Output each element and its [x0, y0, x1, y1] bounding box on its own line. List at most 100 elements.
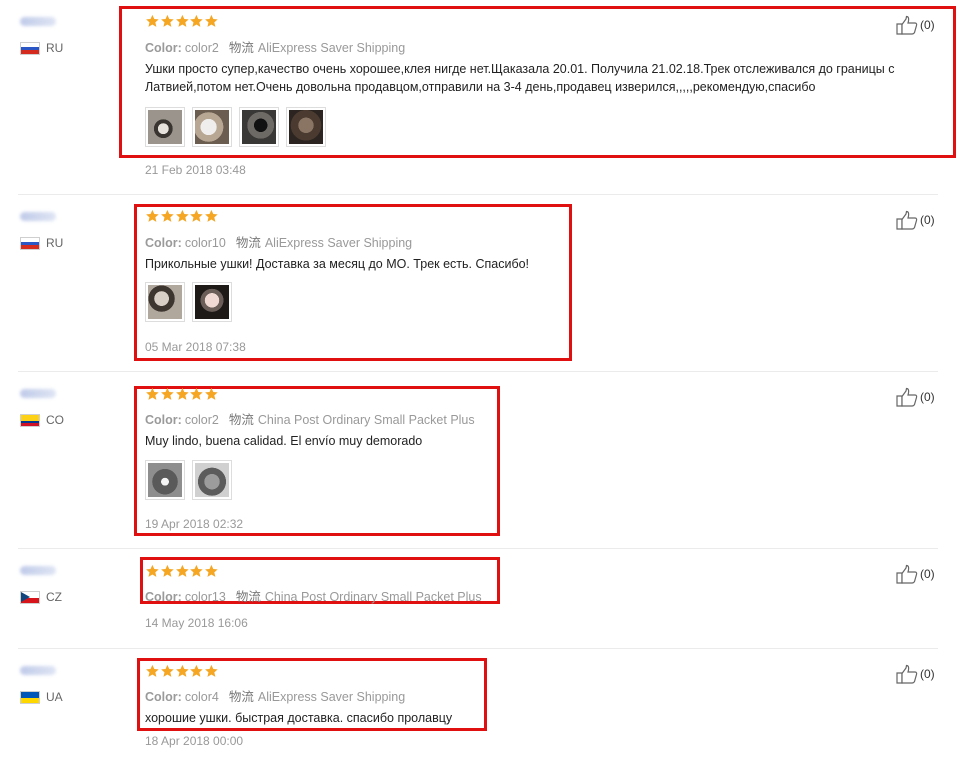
review-meta: Color: color2 物流 AliExpress Saver Shipping [145, 37, 405, 56]
review-photos [145, 460, 232, 500]
like-button[interactable]: (0) [896, 664, 935, 684]
review-date: 14 May 2018 16:06 [145, 616, 248, 630]
star-icon [205, 664, 218, 677]
like-button[interactable]: (0) [896, 15, 935, 35]
review-photos [145, 107, 326, 147]
shipping-icon: 物流 [235, 590, 261, 604]
shipping-method: AliExpress Saver Shipping [257, 690, 406, 704]
review-date: 19 Apr 2018 02:32 [145, 517, 244, 531]
color-label: Color: [145, 690, 182, 704]
star-icon [175, 14, 189, 27]
shipping-icon: 物流 [228, 41, 254, 55]
review-meta: Color: color2 物流 China Post Ordinary Small … [145, 409, 475, 428]
rating-stars [145, 564, 219, 578]
color-value: color4 [184, 690, 219, 704]
star-icon [160, 209, 174, 222]
review-meta: Color: color10 物流 AliExpress Saver Shipping [145, 232, 412, 251]
review-photo-thumbnail[interactable] [192, 282, 232, 322]
buyer-country: CO [46, 413, 64, 427]
review-text: хорошие ушки. быстрая доставка. спасибо … [145, 711, 453, 725]
color-value: color2 [184, 41, 219, 55]
shipping-method: AliExpress Saver Shipping [264, 236, 413, 250]
review-divider [18, 371, 938, 372]
flag-ru-icon [20, 237, 40, 250]
star-icon [190, 387, 204, 400]
review-text: Ушки просто супер,качество очень хорошее… [145, 62, 895, 94]
buyer-name-blurred [20, 389, 56, 398]
rating-stars [145, 209, 219, 223]
flag-ru-icon [20, 42, 40, 55]
shipping-icon: 物流 [235, 236, 261, 250]
like-button[interactable]: (0) [896, 564, 935, 584]
review-date: 18 Apr 2018 00:00 [145, 734, 244, 748]
like-count: (0) [920, 213, 935, 227]
review-photo-thumbnail[interactable] [192, 460, 232, 500]
star-icon [160, 664, 174, 677]
star-icon [175, 664, 189, 677]
review-meta: Color: color13 物流 China Post Ordinary Small… [145, 586, 482, 605]
color-label: Color: [145, 413, 182, 427]
buyer-name-blurred [20, 212, 56, 221]
like-button[interactable]: (0) [896, 210, 935, 230]
color-label: Color: [145, 41, 182, 55]
review-photos [145, 282, 232, 322]
star-icon [190, 14, 204, 27]
color-label: Color: [145, 590, 182, 604]
flag-co-icon [20, 414, 40, 427]
star-icon [175, 387, 189, 400]
color-value: color10 [184, 236, 226, 250]
rating-stars [145, 664, 219, 678]
flag-ua-icon [20, 691, 40, 704]
star-icon [205, 14, 218, 27]
star-icon [190, 209, 204, 222]
star-icon [205, 209, 218, 222]
star-icon [175, 209, 189, 222]
star-icon [146, 564, 159, 577]
like-count: (0) [920, 567, 935, 581]
like-count: (0) [920, 18, 935, 32]
buyer-country: UA [46, 690, 63, 704]
star-icon [146, 387, 159, 400]
star-icon [190, 664, 204, 677]
star-icon [160, 564, 174, 577]
buyer-name-blurred [20, 666, 56, 675]
shipping-method: China Post Ordinary Small Packet Plus [257, 413, 475, 427]
star-icon [175, 564, 189, 577]
star-icon [146, 664, 159, 677]
review-divider [18, 194, 938, 195]
thumbs-up-icon [896, 664, 918, 684]
rating-stars [145, 387, 219, 401]
shipping-method: AliExpress Saver Shipping [257, 41, 406, 55]
star-icon [205, 564, 218, 577]
rating-stars [145, 14, 219, 28]
review-meta: Color: color4 物流 AliExpress Saver Shipping [145, 686, 405, 705]
review-photo-thumbnail[interactable] [239, 107, 279, 147]
review-photo-thumbnail[interactable] [192, 107, 232, 147]
buyer-name-blurred [20, 566, 56, 575]
star-icon [190, 564, 204, 577]
buyer-country: CZ [46, 590, 62, 604]
review-photo-thumbnail[interactable] [286, 107, 326, 147]
thumbs-up-icon [896, 15, 918, 35]
review-text: Прикольные ушки! Доставка за месяц до МО… [145, 257, 530, 271]
thumbs-up-icon [896, 210, 918, 230]
shipping-icon: 物流 [228, 413, 254, 427]
buyer-name-blurred [20, 17, 56, 26]
like-button[interactable]: (0) [896, 387, 935, 407]
star-icon [146, 209, 159, 222]
review-divider [18, 648, 938, 649]
review-date: 05 Mar 2018 07:38 [145, 340, 246, 354]
star-icon [160, 14, 174, 27]
buyer-country: RU [46, 236, 64, 250]
flag-cz-icon [20, 591, 40, 604]
like-count: (0) [920, 667, 935, 681]
shipping-icon: 物流 [228, 690, 254, 704]
star-icon [146, 14, 159, 27]
color-value: color2 [184, 413, 219, 427]
color-label: Color: [145, 236, 182, 250]
thumbs-up-icon [896, 387, 918, 407]
review-photo-thumbnail[interactable] [145, 282, 185, 322]
review-photo-thumbnail[interactable] [145, 107, 185, 147]
star-icon [160, 387, 174, 400]
review-photo-thumbnail[interactable] [145, 460, 185, 500]
